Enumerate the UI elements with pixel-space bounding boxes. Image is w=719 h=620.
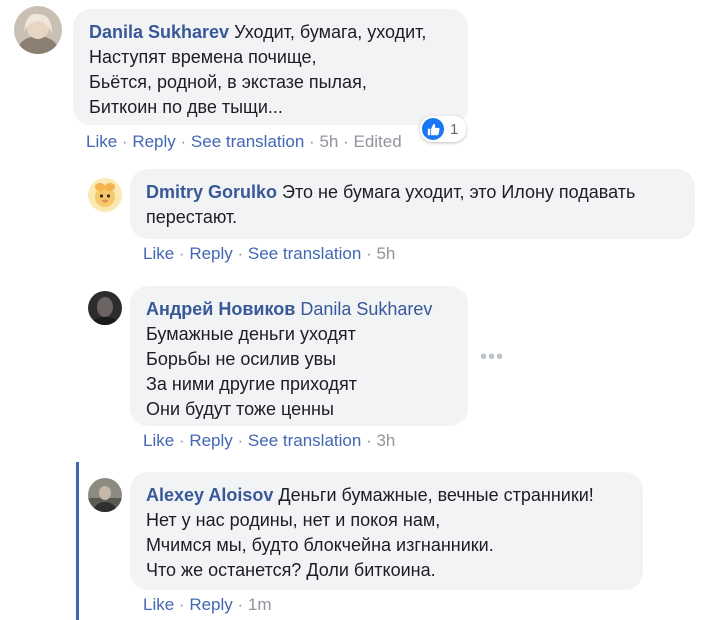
comment-author[interactable]: Андрей Новиков bbox=[146, 299, 295, 319]
reply-link[interactable]: Reply bbox=[132, 132, 175, 151]
comment-text-line: перестают. bbox=[146, 207, 238, 227]
reply-link[interactable]: Reply bbox=[189, 595, 232, 614]
thumbs-up-icon bbox=[422, 118, 444, 140]
highlight-bar bbox=[76, 462, 79, 620]
reply-link[interactable]: Reply bbox=[189, 431, 232, 450]
avatar-andrey[interactable] bbox=[88, 291, 122, 325]
comment-text-line: Они будут тоже ценны bbox=[146, 399, 334, 419]
comment-text-line: Уходит, бумага, уходит, bbox=[234, 22, 427, 42]
comment-bubble: Danila Sukharev Уходит, бумага, уходит, … bbox=[73, 9, 468, 125]
comment-text-line: Что же останется? Доли биткоина. bbox=[146, 560, 436, 580]
timestamp[interactable]: 5h bbox=[319, 132, 338, 151]
avatar-alexey[interactable] bbox=[88, 478, 122, 512]
edited-label[interactable]: Edited bbox=[353, 132, 401, 151]
timestamp[interactable]: 1m bbox=[248, 595, 272, 614]
comment-actions: Like · Reply · 1m bbox=[143, 595, 272, 614]
comment-text-line: За ними другие приходят bbox=[146, 374, 357, 394]
reply-link[interactable]: Reply bbox=[189, 244, 232, 263]
like-link[interactable]: Like bbox=[86, 132, 117, 151]
avatar-dmitry[interactable] bbox=[88, 178, 122, 212]
comment-text-line: Деньги бумажные, вечные странники! bbox=[278, 485, 594, 505]
comment-text-line: Бумажные деньги уходят bbox=[146, 324, 356, 344]
like-link[interactable]: Like bbox=[143, 595, 174, 614]
timestamp[interactable]: 5h bbox=[376, 244, 395, 263]
comment-actions: Like · Reply · See translation · 5h bbox=[143, 244, 396, 263]
reaction-count: 1 bbox=[450, 120, 459, 138]
avatar-danila[interactable] bbox=[14, 6, 62, 54]
comment-text-line: Это не бумага уходит, это Илону подавать bbox=[282, 182, 636, 202]
comment-text-line: Нет у нас родины, нет и покоя нам, bbox=[146, 510, 441, 530]
see-translation-link[interactable]: See translation bbox=[191, 132, 304, 151]
comment-bubble: Alexey Aloisov Деньги бумажные, вечные с… bbox=[130, 472, 643, 590]
comment-text-line: Бьётся, родной, в экстазе пылая, bbox=[89, 72, 367, 92]
comment-author[interactable]: Dmitry Gorulko bbox=[146, 182, 277, 202]
comment-text-line: Мчимся мы, будто блокчейна изгнанники. bbox=[146, 535, 494, 555]
mention-link[interactable]: Danila Sukharev bbox=[300, 299, 432, 319]
comment-bubble: Dmitry Gorulko Это не бумага уходит, это… bbox=[130, 169, 695, 239]
comment-text-line: Биткоин по две тыщи... bbox=[89, 97, 283, 117]
comment-bubble: Андрей Новиков Danila Sukharev Бумажные … bbox=[130, 286, 468, 426]
comment-text-line: Наступят времена почище, bbox=[89, 47, 317, 67]
more-options-icon[interactable]: ••• bbox=[480, 346, 504, 369]
see-translation-link[interactable]: See translation bbox=[248, 431, 361, 450]
like-link[interactable]: Like bbox=[143, 431, 174, 450]
comment-text-line: Борьбы не осилив увы bbox=[146, 349, 337, 369]
see-translation-link[interactable]: See translation bbox=[248, 244, 361, 263]
reaction-summary[interactable]: 1 bbox=[420, 116, 467, 142]
timestamp[interactable]: 3h bbox=[376, 431, 395, 450]
comment-actions: Like · Reply · See translation · 5h · Ed… bbox=[86, 132, 402, 151]
comment-author[interactable]: Danila Sukharev bbox=[89, 22, 229, 42]
like-link[interactable]: Like bbox=[143, 244, 174, 263]
comment-actions: Like · Reply · See translation · 3h bbox=[143, 431, 396, 450]
comment-author[interactable]: Alexey Aloisov bbox=[146, 485, 273, 505]
